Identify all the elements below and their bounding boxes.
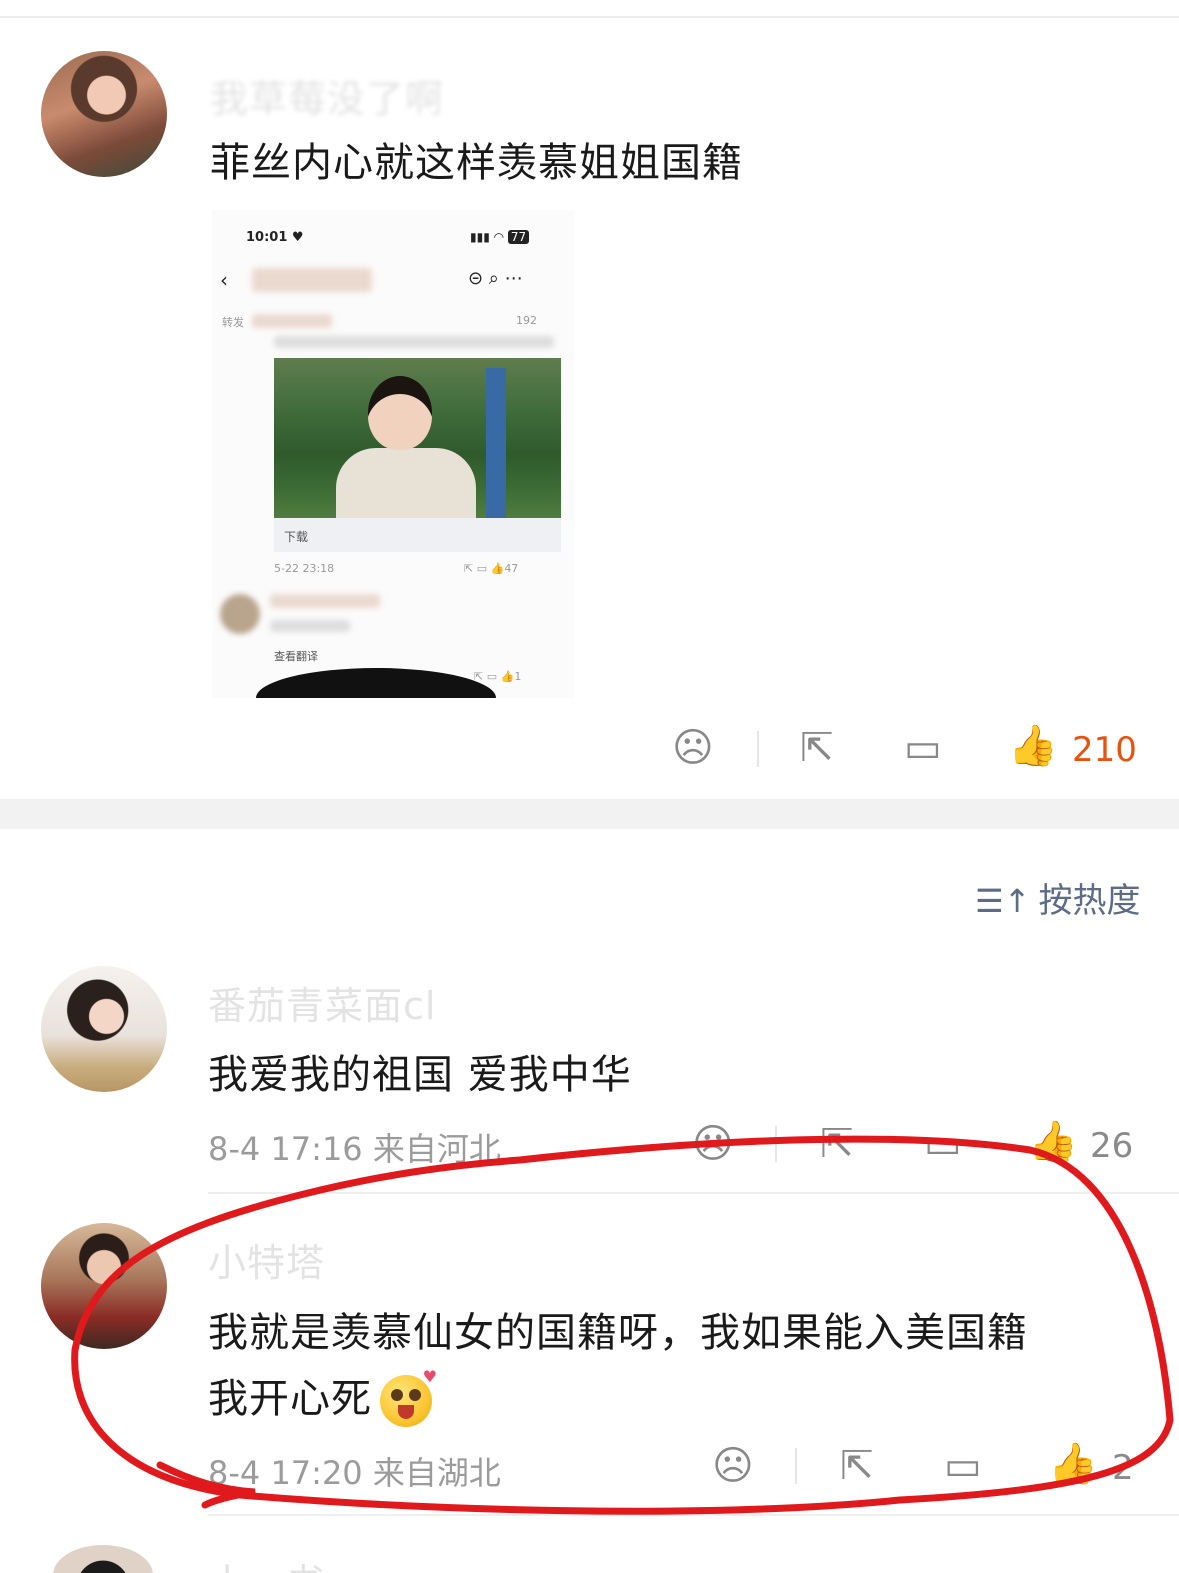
dislike-icon[interactable]: ☹ <box>672 728 714 768</box>
separator <box>775 1126 777 1162</box>
blurred-line <box>274 336 554 348</box>
blurred-header <box>252 268 372 292</box>
dislike-icon[interactable]: ☹ <box>712 1446 754 1486</box>
share-icon[interactable]: ⇱ <box>840 1446 874 1486</box>
translate-link[interactable]: 查看翻译 <box>274 648 318 664</box>
avatar[interactable] <box>41 51 167 177</box>
comment-icon[interactable]: ▭ <box>944 1446 982 1486</box>
dislike-icon[interactable]: ☹ <box>692 1124 734 1164</box>
status-time: 10:01 ♥ <box>246 230 304 245</box>
comment-icon[interactable]: ▭ <box>924 1124 962 1164</box>
count-label: 192 <box>516 314 537 327</box>
pole <box>486 368 506 518</box>
reply-avatar <box>220 594 260 634</box>
happy-face-emoji-icon: ♥ <box>380 1367 437 1427</box>
comment-icon[interactable]: ▭ <box>904 728 942 768</box>
person <box>336 376 476 518</box>
comment-meta: 8-4 17:16 来自河北 <box>208 1130 501 1168</box>
status-icons: ▮▮▮ ◠ 77 <box>470 230 530 244</box>
avatar[interactable] <box>53 1545 153 1573</box>
mini-action-icons[interactable]: ⇱ ▭ 👍47 <box>464 562 518 575</box>
download-bar[interactable]: 下载 <box>274 518 561 552</box>
sort-button[interactable]: ☰↑ 按热度 <box>975 873 1141 922</box>
username[interactable]: 番茄青菜面cl <box>208 975 436 1030</box>
like-count: 2 <box>1112 1448 1134 1488</box>
like-icon[interactable]: 👍 <box>1048 1444 1098 1484</box>
username[interactable]: 小特塔 <box>208 1232 325 1287</box>
embedded-screenshot[interactable]: 10:01 ♥ ▮▮▮ ◠ 77 ‹ ⊝ ⌕ ⋯ 转发 192 下载 5-22 … <box>212 210 574 698</box>
comment-divider <box>208 1192 1179 1194</box>
comment-text: 我就是羡慕仙女的国籍呀，我如果能入美国籍 <box>208 1310 1028 1356</box>
sort-icon: ☰↑ <box>975 882 1031 920</box>
avatar[interactable] <box>41 966 167 1092</box>
share-icon[interactable]: ⇱ <box>820 1124 854 1164</box>
blurred-tabs <box>252 314 332 328</box>
like-count: 26 <box>1090 1126 1134 1166</box>
like-count: 210 <box>1072 730 1137 770</box>
top-divider <box>0 16 1179 18</box>
separator <box>795 1448 797 1484</box>
header-icons[interactable]: ⊝ ⌕ ⋯ <box>468 268 523 289</box>
username[interactable]: 小一书 <box>208 1552 325 1573</box>
section-separator <box>0 799 1179 829</box>
blurred-reply-name <box>270 594 380 608</box>
like-icon[interactable]: 👍 <box>1008 726 1058 766</box>
username[interactable]: 我草莓没了啊 <box>210 68 444 123</box>
like-icon[interactable]: 👍 <box>1028 1122 1078 1162</box>
share-icon[interactable]: ⇱ <box>800 728 834 768</box>
post-text: 菲丝内心就这样羡慕姐姐国籍 <box>210 140 743 186</box>
video-thumbnail[interactable] <box>274 358 561 518</box>
separator <box>757 731 759 767</box>
comment-text-line2: 我开心死 ♥ <box>208 1366 437 1427</box>
repost-label[interactable]: 转发 <box>222 314 244 330</box>
post-time: 5-22 23:18 <box>274 562 335 575</box>
reply-action-icons[interactable]: ⇱ ▭ 👍1 <box>474 670 521 683</box>
comment-meta: 8-4 17:20 来自湖北 <box>208 1454 501 1492</box>
redaction-blob <box>256 668 496 698</box>
blurred-reply-text <box>270 620 350 632</box>
back-icon[interactable]: ‹ <box>220 268 228 292</box>
comment-divider <box>208 1514 1179 1516</box>
avatar[interactable] <box>41 1223 167 1349</box>
comment-text: 我爱我的祖国 爱我中华 <box>208 1052 632 1098</box>
